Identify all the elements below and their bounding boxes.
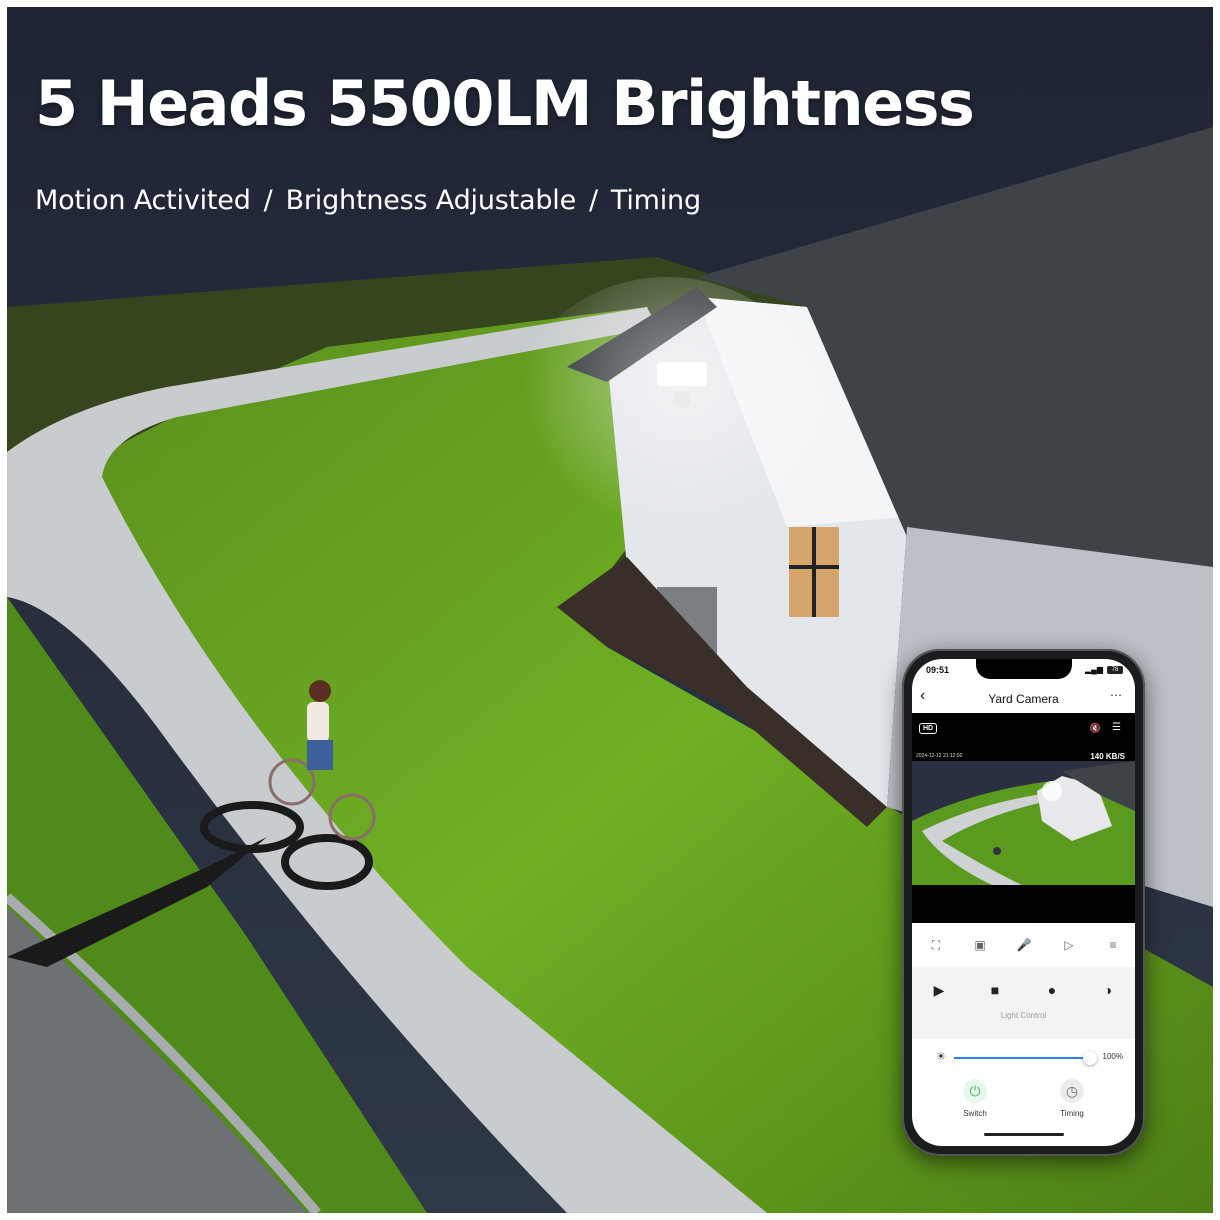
camera-title: Yard Camera <box>988 692 1059 706</box>
slider-knob[interactable] <box>1083 1051 1097 1065</box>
brightness-percent: 100% <box>1102 1052 1123 1061</box>
feature-motion: Motion Activited <box>35 185 251 216</box>
phone-mockup: 09:51 ▂▄▆ 78 ‹ Yard Camera ⋯ HD 🔇 ☰ 2024… <box>902 649 1145 1156</box>
home-indicator <box>984 1133 1064 1136</box>
gallery-icon[interactable]: ■ <box>986 981 1004 999</box>
feature-line: Motion Activited / Brightness Adjustable / T… <box>35 187 701 214</box>
light-control-label: Light Control <box>1000 1011 1047 1020</box>
list-icon[interactable]: ☰ <box>1112 722 1121 733</box>
microphone-icon[interactable]: 🎤 <box>1016 937 1032 953</box>
app-nav-bar: ‹ Yard Camera ⋯ <box>912 683 1135 711</box>
switch-button[interactable]: ⏻ Switch <box>950 1079 1000 1118</box>
switch-label: Switch <box>963 1109 987 1118</box>
brightness-slider[interactable]: ☀ 100% <box>912 1039 1135 1075</box>
feature-brightness: Brightness Adjustable <box>285 185 577 216</box>
slider-track[interactable] <box>954 1051 1097 1065</box>
feature-tabs: ▶ ■ ● ◑ Light Control <box>912 967 1135 1039</box>
timing-button[interactable]: ◷ Timing <box>1047 1079 1097 1118</box>
sun-icon: ☀ <box>936 1051 946 1063</box>
status-bar: 09:51 ▂▄▆ 78 <box>912 665 1135 679</box>
battery-icon: 78 <box>1107 666 1123 674</box>
video-timestamp: 2024-12-12 21:12:50 <box>916 753 963 759</box>
light-buttons: ⏻ Switch ◷ Timing <box>912 1079 1135 1129</box>
hd-badge[interactable]: HD <box>919 723 938 734</box>
status-time: 09:51 <box>926 665 950 675</box>
bitrate: 140 KB/S <box>1090 752 1125 761</box>
power-icon[interactable]: ⏻ <box>963 1079 987 1103</box>
record-icon[interactable]: ▷ <box>1061 937 1077 953</box>
headline: 5 Heads 5500LM Brightness <box>35 67 975 140</box>
feature-timing: Timing <box>610 185 701 216</box>
video-controls: ⛶ ▣ 🎤 ▷ ≡ <box>912 923 1135 967</box>
signal-wifi-icon: ▂▄▆ <box>1085 665 1103 674</box>
palette-icon[interactable]: ● <box>1043 981 1061 999</box>
camera-feed-thumbnail <box>912 761 1135 885</box>
product-banner: 5 Heads 5500LM Brightness Motion Activit… <box>7 7 1213 1213</box>
mute-icon[interactable]: 🔇 <box>1090 723 1101 734</box>
shield-icon[interactable]: ◑ <box>1099 981 1117 999</box>
separator: / <box>588 185 598 216</box>
snapshot-icon[interactable]: ▣ <box>972 937 988 953</box>
separator: / <box>263 185 273 216</box>
fullscreen-icon[interactable]: ⛶ <box>928 937 944 953</box>
playback-icon[interactable]: ▶ <box>930 981 948 999</box>
timing-label: Timing <box>1060 1109 1084 1118</box>
app-screen: 09:51 ▂▄▆ 78 ‹ Yard Camera ⋯ HD 🔇 ☰ 2024… <box>912 659 1135 1146</box>
menu-icon[interactable]: ≡ <box>1105 937 1121 953</box>
slider-fill <box>954 1057 1090 1059</box>
live-video[interactable]: HD 🔇 ☰ 2024-12-12 21:12:50 140 KB/S <box>912 713 1135 923</box>
more-dots-icon[interactable]: ⋯ <box>1110 688 1123 702</box>
clock-icon[interactable]: ◷ <box>1060 1079 1084 1103</box>
